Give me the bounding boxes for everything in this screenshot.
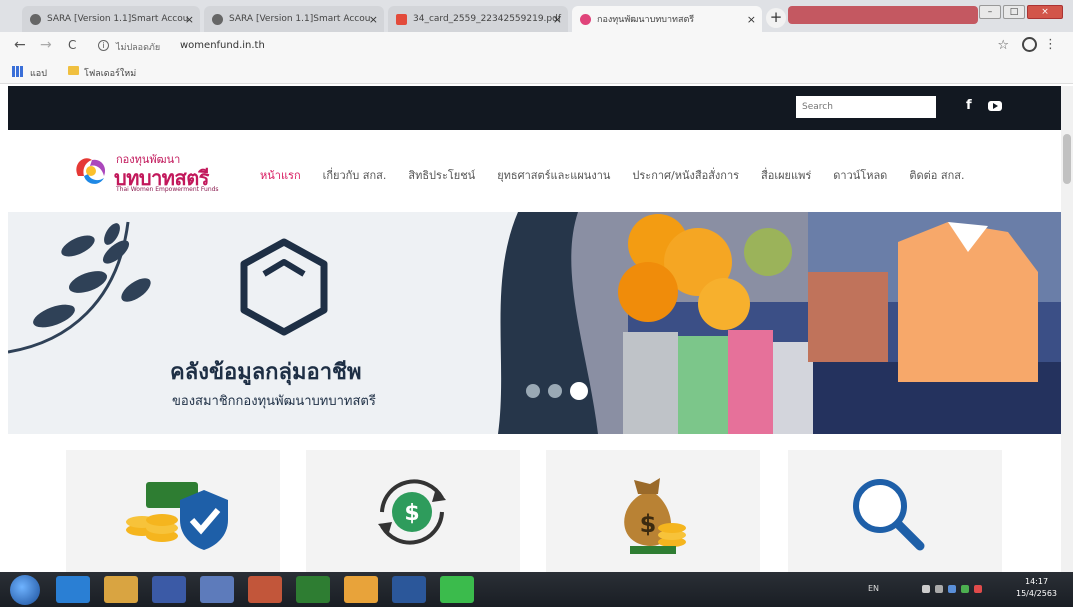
media-player-icon[interactable]: [152, 576, 186, 603]
svg-text:$: $: [404, 501, 419, 526]
nav-about[interactable]: เกี่ยวกับ สกส.: [323, 166, 387, 184]
close-icon[interactable]: ×: [553, 13, 562, 26]
address-bar: ← → C i ไม่ปลอดภัย womenfund.in.th ☆ ⋮: [0, 32, 1073, 60]
magnifier-icon: [853, 479, 925, 551]
language-indicator[interactable]: EN: [868, 584, 879, 593]
tab-strip: SARA [Version 1.1]Smart Accou × SARA [Ve…: [0, 0, 1073, 32]
card-4[interactable]: [788, 450, 1002, 572]
main-nav: หน้าแรก เกี่ยวกับ สกส. สิทธิประโยชน์ ยุท…: [260, 166, 986, 184]
security-label: ไม่ปลอดภัย: [116, 43, 161, 53]
dollar-exchange-icon: $: [378, 479, 446, 545]
nav-download[interactable]: ดาวน์โหลด: [833, 166, 887, 184]
paint-icon[interactable]: [200, 576, 234, 603]
tab-sara-1[interactable]: SARA [Version 1.1]Smart Accou ×: [22, 6, 200, 32]
tab-title: SARA [Version 1.1]Smart Accou: [229, 14, 371, 24]
security-icon[interactable]: [961, 585, 969, 593]
forward-button[interactable]: →: [40, 38, 52, 52]
money-bag-icon: $: [624, 478, 686, 554]
search-input[interactable]: [796, 96, 936, 118]
nav-contact[interactable]: ติดต่อ สกส.: [909, 166, 964, 184]
svg-text:$: $: [640, 510, 657, 538]
box-icon: [240, 238, 328, 336]
bookmark-folder[interactable]: โฟลเดอร์ใหม่: [84, 66, 136, 80]
card-3[interactable]: $: [546, 450, 760, 572]
banner-photo: [498, 212, 1061, 434]
close-icon[interactable]: ×: [185, 13, 194, 26]
tab-title: กองทุนพัฒนาบทบาทสตรี: [597, 15, 695, 25]
windows-taskbar: EN 14:17 15/4/2563: [0, 572, 1073, 607]
start-button[interactable]: [10, 575, 40, 605]
apps-grid-icon[interactable]: [12, 66, 23, 77]
clock[interactable]: 14:17 15/4/2563: [1016, 576, 1057, 600]
clock-time: 14:17: [1024, 577, 1049, 586]
banner-title: คลังข้อมูลกลุ่มอาชีพ: [170, 360, 362, 385]
chrome-icon: [212, 13, 223, 25]
line-icon[interactable]: [440, 576, 474, 603]
nav-home[interactable]: หน้าแรก: [260, 166, 301, 184]
page-scrollbar[interactable]: [1061, 86, 1073, 572]
folder-icon: [68, 66, 79, 75]
coins-shield-icon: [126, 482, 228, 550]
slider-dots: [526, 382, 588, 400]
logo-icon[interactable]: [70, 150, 112, 192]
pdf-icon: [396, 13, 407, 25]
bookmark-star-icon[interactable]: ☆: [997, 38, 1009, 53]
facebook-icon[interactable]: f: [966, 98, 972, 113]
slide-dot-2[interactable]: [548, 384, 562, 398]
tab-strip-highlight: [788, 6, 978, 24]
window-controls: – □ ×: [979, 5, 1063, 19]
tab-title: 34_card_2559_22342559219.pdf: [413, 14, 562, 24]
reload-button[interactable]: C: [68, 38, 76, 52]
tab-pdf[interactable]: 34_card_2559_22342559219.pdf ×: [388, 6, 568, 32]
word-icon[interactable]: [392, 576, 426, 603]
tab-title: SARA [Version 1.1]Smart Accou: [47, 14, 189, 24]
info-icon[interactable]: i: [98, 40, 109, 51]
close-icon[interactable]: ×: [369, 13, 378, 26]
site-top-bar: f: [8, 86, 1061, 130]
ie-icon[interactable]: [56, 576, 90, 603]
logo-tagline: Thai Women Empowerment Funds: [116, 186, 219, 193]
card-2[interactable]: $: [306, 450, 520, 572]
minimize-button[interactable]: –: [979, 5, 1001, 19]
explorer-icon[interactable]: [104, 576, 138, 603]
nav-announcements[interactable]: ประกาศ/หนังสือสั่งการ: [632, 166, 739, 184]
card-1[interactable]: [66, 450, 280, 572]
leaf-branch-graphic: [8, 221, 151, 354]
nav-strategy[interactable]: ยุทธศาสตร์และแผนงาน: [497, 166, 610, 184]
volume-icon[interactable]: [922, 585, 930, 593]
nav-media[interactable]: สื่อเผยแพร่: [761, 166, 811, 184]
tab-sara-2[interactable]: SARA [Version 1.1]Smart Accou ×: [204, 6, 384, 32]
site-header: กองทุนพัฒนา บทบาทสตรี Thai Women Empower…: [8, 130, 1061, 212]
url-field[interactable]: womenfund.in.th: [180, 40, 265, 51]
youtube-icon[interactable]: [988, 101, 1002, 111]
brave-icon[interactable]: [248, 576, 282, 603]
hero-banner[interactable]: คลังข้อมูลกลุ่มอาชีพ ของสมาชิกกองทุนพัฒน…: [8, 212, 1061, 434]
chrome-taskbar-icon[interactable]: [344, 576, 378, 603]
maximize-button[interactable]: □: [1003, 5, 1025, 19]
bookmark-apps[interactable]: แอป: [30, 66, 47, 80]
network-icon[interactable]: [935, 585, 943, 593]
clock-date: 15/4/2563: [1016, 589, 1058, 598]
back-button[interactable]: ←: [14, 38, 26, 52]
account-icon[interactable]: [1022, 37, 1037, 52]
display-icon[interactable]: [948, 585, 956, 593]
close-window-button[interactable]: ×: [1027, 5, 1063, 19]
close-icon[interactable]: ×: [747, 13, 756, 26]
banner-subtitle: ของสมาชิกกองทุนพัฒนาบทบาทสตรี: [172, 394, 376, 409]
favicon: [580, 13, 591, 25]
excel-icon[interactable]: [296, 576, 330, 603]
tab-womenfund[interactable]: กองทุนพัฒนาบทบาทสตรี ×: [572, 6, 762, 32]
slide-dot-1[interactable]: [526, 384, 540, 398]
bookmarks-bar: แอป โฟลเดอร์ใหม่: [0, 60, 1073, 84]
nav-benefits[interactable]: สิทธิประโยชน์: [408, 166, 475, 184]
slide-dot-3[interactable]: [570, 382, 588, 400]
new-tab-button[interactable]: +: [766, 8, 786, 28]
chrome-icon: [30, 13, 41, 25]
menu-icon[interactable]: ⋮: [1044, 37, 1057, 52]
system-tray: [922, 585, 982, 593]
scrollbar-thumb[interactable]: [1063, 134, 1071, 184]
service-cards: $ $: [66, 450, 1002, 572]
antivirus-icon[interactable]: [974, 585, 982, 593]
